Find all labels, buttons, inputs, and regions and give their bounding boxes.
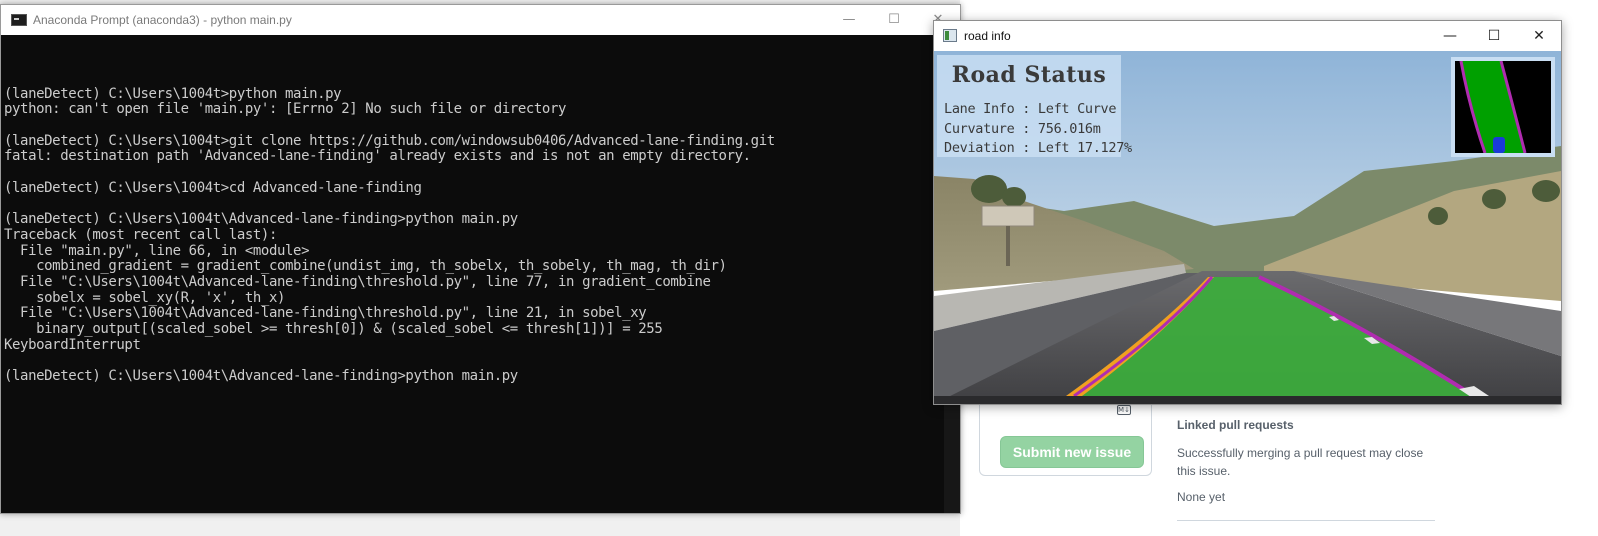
terminal-line: (laneDetect) C:\Users\1004t>python main.… xyxy=(4,85,342,102)
hood xyxy=(934,396,1561,404)
terminal-line: (laneDetect) C:\Users\1004t>git clone ht… xyxy=(4,132,775,149)
terminal-line: combined_gradient = gradient_combine(und… xyxy=(4,258,727,275)
terminal-output[interactable]: (laneDetect) C:\Users\1004t>python main.… xyxy=(3,35,944,513)
lane-info-text: Lane Info : Left Curve xyxy=(944,101,1117,117)
birdseye-lane-view xyxy=(1451,57,1555,157)
road-camera-view: Road Status Lane Info : Left Curve Curva… xyxy=(934,51,1561,404)
road-status-panel: Road Status Lane Info : Left Curve Curva… xyxy=(937,55,1132,157)
road-info-titlebar[interactable]: road info — ☐ ✕ xyxy=(934,21,1561,51)
terminal-line: File "main.py", line 66, in <module> xyxy=(4,242,310,259)
terminal-line: binary_output[(scaled_sobel >= thresh[0]… xyxy=(4,321,663,337)
terminal-line: File "C:\Users\1004t\Advanced-lane-findi… xyxy=(4,305,647,322)
sidebar-divider xyxy=(1177,520,1435,521)
terminal-line: (laneDetect) C:\Users\1004t\Advanced-lan… xyxy=(4,211,518,228)
terminal-line: KeyboardInterrupt xyxy=(4,336,141,353)
terminal-line: python: can't open file 'main.py': [Errn… xyxy=(4,101,567,118)
minimize-button[interactable]: — xyxy=(1428,21,1472,51)
linked-pull-requests-heading: Linked pull requests xyxy=(1177,418,1294,432)
car-marker-icon xyxy=(1493,137,1505,153)
linked-pull-requests-empty: None yet xyxy=(1177,490,1226,504)
terminal-line: (laneDetect) C:\Users\1004t>cd Advanced-… xyxy=(4,179,422,196)
terminal-line: (laneDetect) C:\Users\1004t\Advanced-lan… xyxy=(4,368,518,385)
maximize-button[interactable]: ☐ xyxy=(1472,21,1516,51)
road-info-window[interactable]: road info — ☐ ✕ Road Status Lane Info: … xyxy=(933,20,1562,405)
road-status-heading: Road Status xyxy=(951,62,1107,88)
billboard xyxy=(981,205,1035,227)
anaconda-prompt-window[interactable]: Anaconda Prompt (anaconda3) - python mai… xyxy=(0,4,961,514)
billboard-post xyxy=(1006,226,1010,266)
curvature-text: Curvature : 756.016m xyxy=(944,121,1101,137)
opencv-window-icon xyxy=(943,29,957,42)
maximize-button[interactable]: ☐ xyxy=(871,5,917,35)
road-info-window-title: road info xyxy=(964,29,1011,43)
terminal-line: fatal: destination path 'Advanced-lane-f… xyxy=(4,148,751,165)
terminal-icon xyxy=(11,14,27,26)
markdown-icon[interactable]: M↓ xyxy=(1117,405,1131,415)
terminal-line: Traceback (most recent call last): xyxy=(4,226,277,243)
console-titlebar[interactable]: Anaconda Prompt (anaconda3) - python mai… xyxy=(1,5,960,35)
submit-new-issue-button[interactable]: Submit new issue xyxy=(1000,436,1144,468)
linked-pull-requests-description: Successfully merging a pull request may … xyxy=(1177,446,1424,478)
close-button[interactable]: ✕ xyxy=(1517,21,1561,51)
console-window-title: Anaconda Prompt (anaconda3) - python mai… xyxy=(33,13,292,27)
terminal-line: sobelx = sobel_xy(R, 'x', th_x) xyxy=(4,289,286,306)
deviation-text: Deviation : Left 17.127% xyxy=(944,140,1132,156)
terminal-line: File "C:\Users\1004t\Advanced-lane-findi… xyxy=(4,273,711,290)
minimize-button[interactable]: — xyxy=(826,5,872,35)
